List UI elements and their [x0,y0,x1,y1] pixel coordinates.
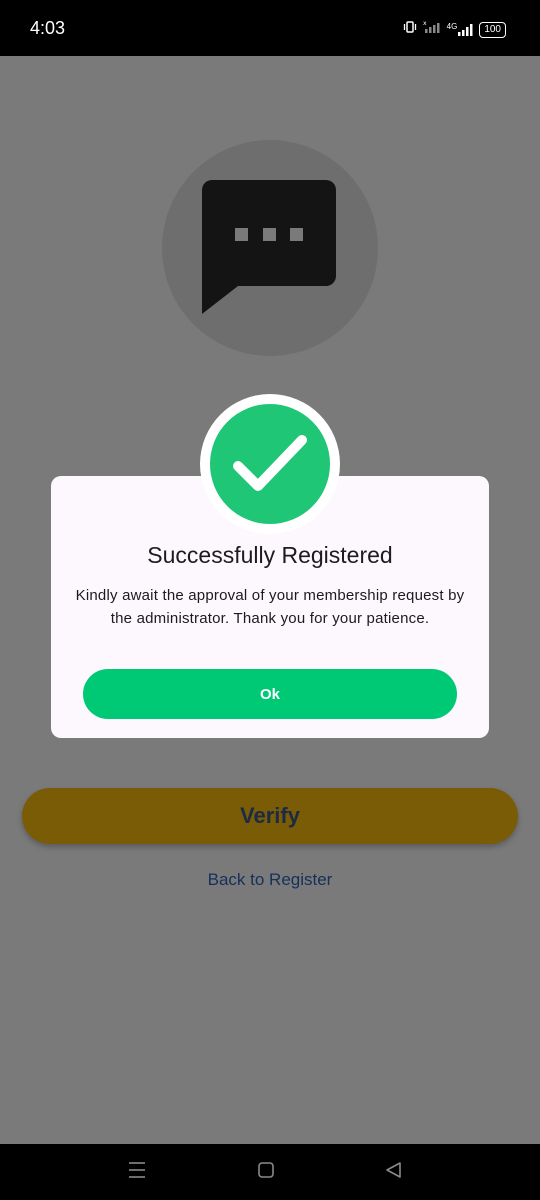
home-icon[interactable] [257,1160,275,1185]
battery-icon: 100 [479,21,506,38]
recents-icon[interactable] [128,1160,146,1185]
network-type: 4G [446,21,458,31]
status-bar: 4:03 x 4G 100 [0,0,540,56]
dialog-message: Kindly await the approval of your member… [57,584,483,630]
dialog-message-line-1: Kindly await the approval of your member… [75,587,465,604]
checkmark-icon [210,404,330,529]
signal-4g-icon: 4G [446,21,474,37]
signal-weak-icon: x [423,20,441,39]
navigation-bar [0,1144,540,1200]
back-to-register-link[interactable]: Back to Register [0,870,540,890]
success-badge [200,394,340,534]
success-badge-inner [210,404,330,524]
verify-button[interactable]: Verify [22,788,518,844]
status-time: 4:03 [30,18,66,38]
battery-level: 100 [484,23,501,35]
screen: 4:03 x 4G 100 Verify Back to Register Su… [0,0,540,1200]
svg-text:x: x [423,20,427,27]
dialog-message-line-2: the administrator. Thank you for your pa… [110,610,430,627]
vibrate-icon [403,20,417,39]
ok-button[interactable]: Ok [83,669,457,719]
status-icons: x 4G 100 [403,20,506,39]
hero-circle [162,140,378,356]
back-icon[interactable] [384,1160,402,1185]
dialog-title: Successfully Registered [147,542,393,568]
chat-bubble-icon [202,180,338,321]
